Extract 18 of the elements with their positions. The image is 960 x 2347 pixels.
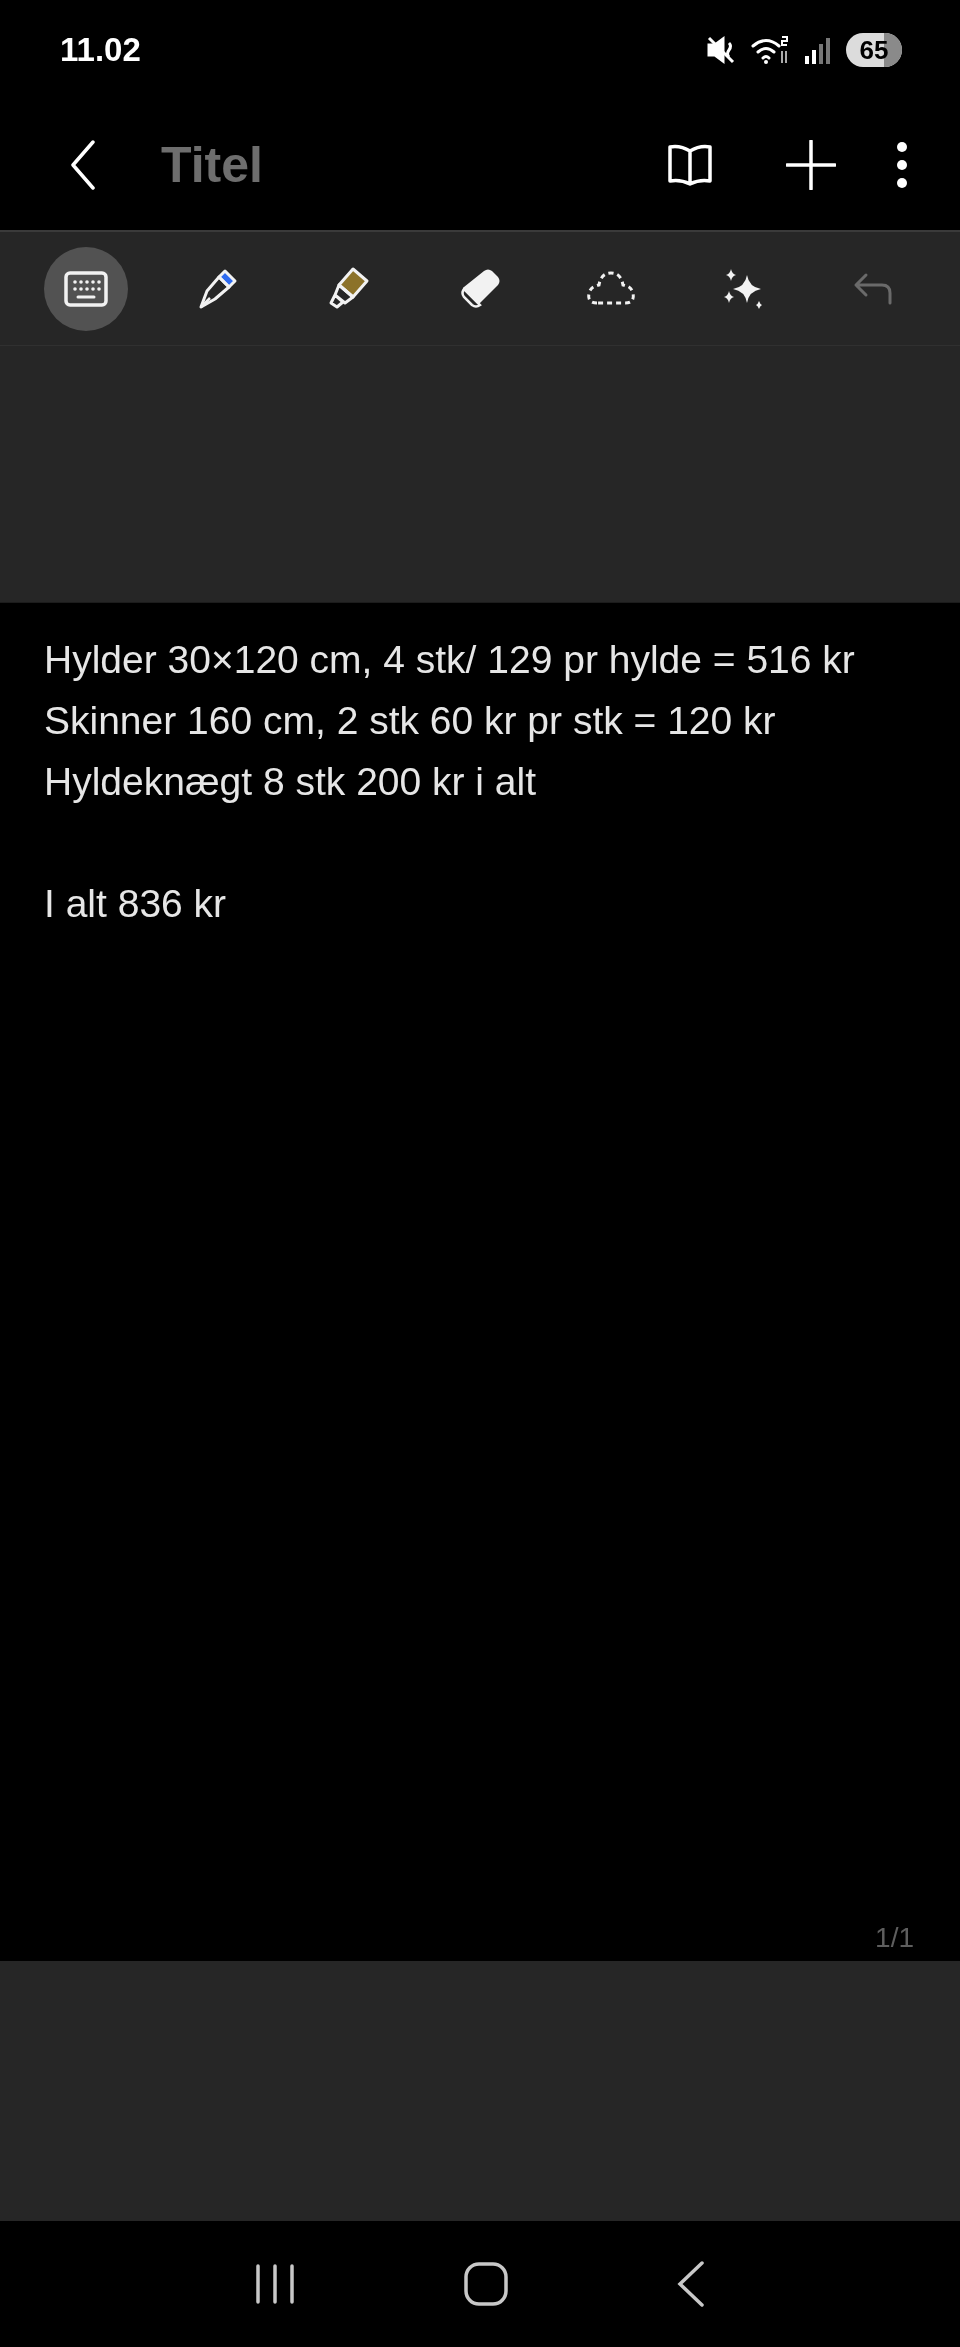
note-line: Hylder 30×120 cm, 4 stk/ 129 pr hylde = 516 kr <box>44 637 856 683</box>
note-line: Skinner 160 cm, 2 stk 60 kr pr stk = 120 kr <box>44 698 777 744</box>
status-time: 11.02 <box>60 30 141 71</box>
more-icon[interactable] <box>896 141 908 189</box>
signal-icon <box>804 36 832 64</box>
add-icon[interactable] <box>786 140 836 190</box>
recent-apps-icon[interactable] <box>254 2264 295 2304</box>
back-icon[interactable] <box>677 2261 706 2307</box>
home-icon[interactable] <box>464 2262 508 2306</box>
book-icon[interactable] <box>666 143 714 187</box>
note-title[interactable]: Titel <box>161 127 263 203</box>
note-line: I alt 836 kr <box>44 881 228 927</box>
battery-level: 65 <box>859 33 889 67</box>
wifi-icon <box>750 35 790 65</box>
note-line: Hyldeknægt 8 stk 200 kr i alt <box>44 759 538 805</box>
back-icon <box>70 140 96 190</box>
mute-icon <box>706 35 736 65</box>
page-indicator: 1/1 <box>875 1921 914 1955</box>
